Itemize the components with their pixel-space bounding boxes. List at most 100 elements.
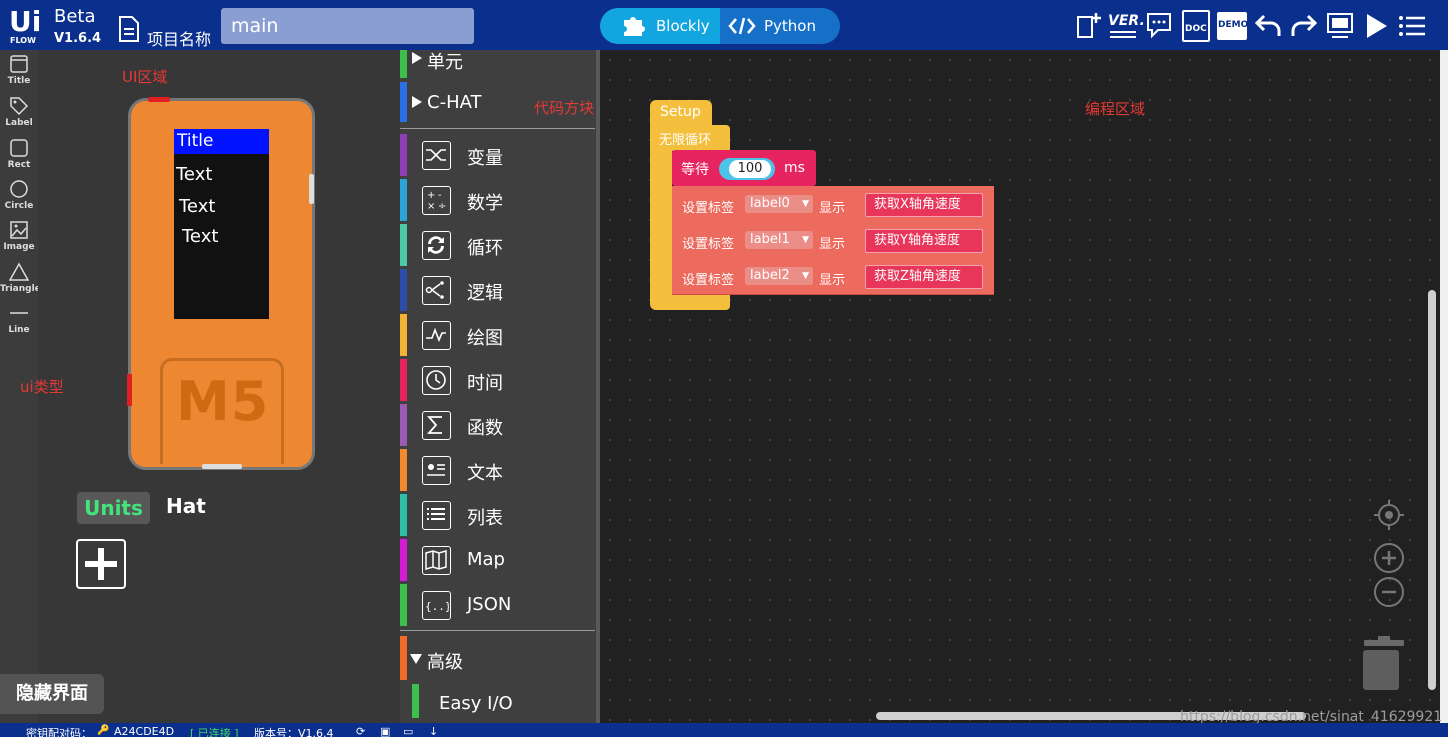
show-text: 显示 — [819, 237, 846, 252]
device-screen — [174, 129, 269, 319]
ui-type-rect[interactable]: Rect — [0, 138, 38, 170]
category-bar — [400, 359, 407, 401]
ui-type-label[interactable]: Label — [0, 96, 38, 128]
wait-unit-label: ms — [784, 160, 805, 176]
page-right-edge — [1440, 50, 1448, 723]
toolbox-item-label: 循环 — [467, 238, 503, 259]
svg-text:+: + — [427, 190, 435, 201]
device-right-button — [309, 174, 314, 204]
chat-icon[interactable] — [1146, 12, 1176, 40]
document-icon — [118, 16, 140, 46]
device-side-button — [127, 374, 132, 406]
get-gyro-block[interactable]: 获取Y轴角速度 — [865, 229, 983, 253]
run-icon[interactable] — [1365, 13, 1389, 39]
wait-block-label: 等待 — [681, 162, 709, 178]
m5-logo: M5 — [176, 370, 270, 433]
project-name-input[interactable] — [221, 8, 474, 44]
demo-icon-label: DEMO — [1218, 20, 1249, 30]
chevron-down-icon: ▼ — [802, 199, 809, 209]
ui-type-circle[interactable]: Circle — [0, 179, 38, 211]
puzzle-icon — [624, 17, 645, 36]
toolbox-item-variables[interactable]: 变量 — [400, 134, 595, 176]
screen-text-element[interactable]: Text — [179, 196, 215, 217]
screen-text-element[interactable]: Text — [182, 226, 218, 247]
tab-python[interactable]: Python — [720, 8, 840, 44]
title-icon — [10, 55, 28, 73]
get-gyro-block[interactable]: 获取X轴角速度 — [865, 193, 983, 217]
ui-type-title[interactable]: Title — [0, 54, 38, 86]
device-icon[interactable] — [1326, 12, 1356, 40]
toolbox-item-map[interactable]: Map — [400, 539, 595, 581]
tab-units[interactable]: Units — [77, 492, 150, 524]
toolbox-item-label: 时间 — [467, 373, 503, 394]
screen-title-element[interactable]: Title — [174, 129, 269, 154]
uiflow-logo: Ui FLOW — [9, 5, 41, 45]
wait-value-field[interactable]: 100 — [729, 160, 771, 178]
toolbox-item-logic[interactable]: 逻辑 — [400, 269, 595, 311]
triangle-icon — [9, 262, 29, 281]
doc-icon[interactable]: DOC — [1182, 10, 1210, 42]
ui-type-line[interactable]: Line — [0, 303, 38, 335]
toolbox-item-lists[interactable]: 列表 — [400, 494, 595, 536]
shuffle-icon — [422, 141, 451, 170]
key-icon: 🔑 — [97, 725, 110, 736]
zoom-in-icon[interactable] — [1372, 541, 1406, 575]
top-bar: Ui FLOW Beta V1.6.4 项目名称 Blockly Python … — [0, 0, 1448, 50]
get-gyro-block[interactable]: 获取Z轴角速度 — [865, 265, 983, 289]
svg-text:FLOW: FLOW — [10, 36, 36, 45]
toolbox-item-json[interactable]: {..} JSON — [400, 584, 595, 626]
add-unit-button[interactable] — [76, 539, 126, 589]
screen-text-element[interactable]: Text — [176, 164, 212, 185]
category-bar — [400, 494, 407, 536]
toolbox-item-easy-io[interactable]: Easy I/O — [439, 693, 513, 723]
category-bar — [412, 684, 419, 718]
save-icon[interactable]: ▣ — [380, 725, 390, 737]
toolbox-item-math[interactable]: + - × ÷ 数学 — [400, 179, 595, 221]
trash-icon[interactable] — [1362, 636, 1406, 692]
label-dropdown[interactable]: label2 ▼ — [745, 267, 813, 285]
version-label: V1.6.4 — [54, 31, 102, 46]
device-top-button — [148, 97, 170, 102]
toolbox-item-label: 文本 — [467, 463, 503, 484]
undo-icon[interactable] — [1254, 12, 1282, 38]
toolbox-separator — [400, 128, 595, 129]
map-icon — [422, 546, 451, 575]
chevron-down-icon: ▼ — [802, 235, 809, 245]
ui-type-circle-label: Circle — [4, 201, 34, 211]
menu-icon[interactable] — [1398, 14, 1426, 38]
tab-hat[interactable]: Hat — [166, 494, 206, 518]
refresh-icon[interactable]: ⟳ — [356, 725, 365, 737]
download-icon[interactable]: ↓ — [429, 725, 438, 737]
ui-type-triangle[interactable]: Triangle — [0, 262, 41, 294]
workspace-vertical-scrollbar[interactable] — [1428, 290, 1436, 690]
label-dropdown[interactable]: label1 ▼ — [745, 231, 813, 249]
ui-type-image[interactable]: Image — [0, 220, 38, 252]
toolbox-item-time[interactable]: 时间 — [400, 359, 595, 401]
demo-icon[interactable]: DEMO — [1217, 12, 1249, 40]
category-bar — [400, 269, 407, 311]
toolbox-item-label: 数学 — [467, 193, 503, 214]
zoom-out-icon[interactable] — [1372, 575, 1406, 609]
tab-blockly[interactable]: Blockly — [600, 8, 720, 44]
center-icon[interactable] — [1372, 498, 1406, 532]
annotation-ui-area: UI区域 — [122, 68, 168, 86]
set-label-text: 设置标签 — [682, 201, 735, 216]
label-dropdown-value: label0 — [750, 196, 790, 211]
redo-icon[interactable] — [1290, 12, 1318, 38]
svg-text:Ui: Ui — [9, 5, 41, 38]
annotation-code-blocks: 代码方块 — [534, 99, 595, 117]
version-icon-label: VER. — [1108, 13, 1145, 29]
new-file-icon[interactable] — [1076, 12, 1102, 40]
ui-type-label-label: Label — [5, 118, 33, 128]
label-dropdown[interactable]: label0 ▼ — [745, 195, 813, 213]
toolbox-item-label: 列表 — [467, 508, 503, 529]
version-icon[interactable]: VER. — [1108, 10, 1145, 40]
toolbox-item-graph[interactable]: 绘图 — [400, 314, 595, 356]
toolbox-item-text[interactable]: 文本 — [400, 449, 595, 491]
toolbox-item-label: 函数 — [467, 418, 503, 439]
hide-ui-button[interactable]: 隐藏界面 — [0, 674, 104, 714]
folder-icon[interactable]: ▭ — [403, 725, 413, 737]
toolbox-item-functions[interactable]: 函数 — [400, 404, 595, 446]
toolbox-item-loops[interactable]: 循环 — [400, 224, 595, 266]
logic-icon — [422, 276, 451, 305]
